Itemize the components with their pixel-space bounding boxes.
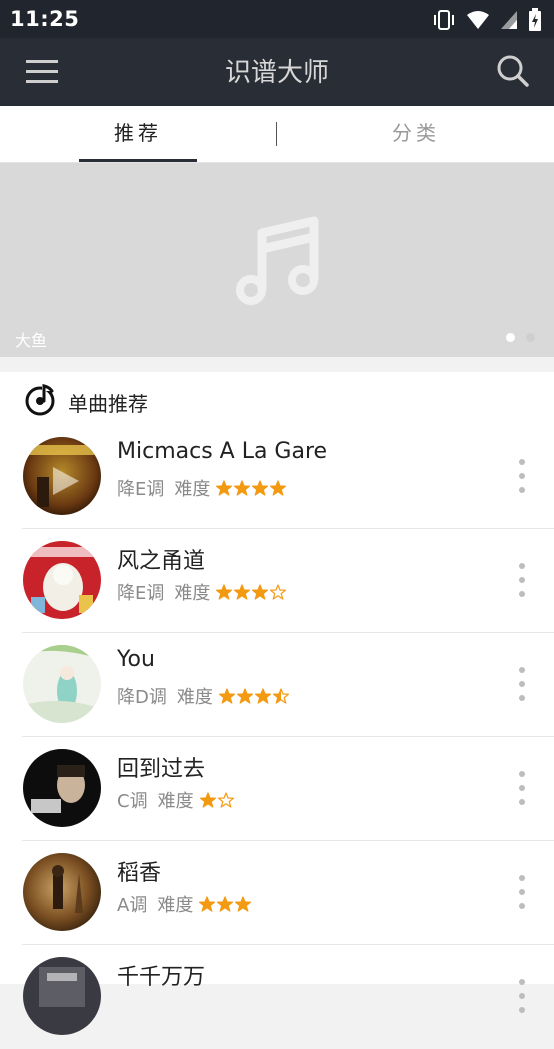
song-meta: 降E调 难度 [117,475,287,501]
difficulty-label: 难度 [174,479,211,500]
music-disc-icon [24,383,58,421]
star-filled-icon [252,480,269,496]
star-filled-icon [218,688,235,704]
star-filled-icon [270,480,287,496]
difficulty-stars [216,480,287,496]
star-filled-icon [252,584,269,600]
star-filled-icon [234,480,251,496]
section-header: 单曲推荐 [24,384,148,420]
more-options-icon[interactable] [512,459,532,493]
more-options-icon[interactable] [512,771,532,805]
song-key: C调 [117,791,148,812]
song-key: A调 [117,895,148,916]
more-options-icon[interactable] [512,667,532,701]
song-title: 稻香 [117,861,162,886]
song-key: 降D调 [117,687,167,708]
star-filled-icon [236,688,253,704]
song-title: 风之甬道 [117,549,206,574]
status-time: 11:25 [10,7,80,31]
star-filled-icon [216,480,233,496]
star-filled-icon [199,792,216,808]
banner-page-dot[interactable] [526,333,535,342]
difficulty-stars [216,584,287,600]
tab-indicator [79,159,197,162]
difficulty-stars [218,688,289,704]
song-meta: C调 难度 [117,787,234,813]
song-title: Micmacs A La Gare [117,439,328,464]
tab-bar: 推荐 分类 [0,106,554,163]
banner-carousel[interactable]: 大鱼 [0,163,554,357]
song-title: You [117,647,155,672]
more-options-icon[interactable] [512,563,532,597]
album-cover [23,853,101,931]
section-title: 单曲推荐 [68,391,148,416]
difficulty-stars [199,896,252,912]
more-options-icon[interactable] [512,979,532,1013]
tab-category[interactable]: 分类 [336,106,496,162]
tab-separator [276,122,277,146]
song-row[interactable]: Micmacs A La Gare 降E调 难度 [0,425,554,529]
album-cover [23,541,101,619]
song-row[interactable]: 风之甬道 降E调 难度 [0,529,554,633]
vibrate-icon [432,9,456,35]
song-meta: A调 难度 [117,891,252,917]
status-bar: 11:25 [0,0,554,38]
star-filled-icon [199,896,216,912]
song-title: 回到过去 [117,757,206,782]
song-key: 降E调 [117,583,165,604]
search-icon[interactable] [496,54,530,88]
star-half-icon [272,688,289,704]
song-row[interactable]: 稻香 A调 难度 [0,841,554,945]
banner-caption: 大鱼 [15,331,48,350]
battery-charging-icon [528,8,542,36]
tab-recommend[interactable]: 推荐 [79,106,197,162]
wifi-icon [466,10,490,34]
app-title: 识谱大师 [224,58,329,88]
difficulty-label: 难度 [176,687,213,708]
star-empty-icon [270,584,287,600]
signal-icon [500,10,518,34]
album-cover [23,437,101,515]
song-title: 千千万万 [117,965,206,990]
difficulty-stars [199,792,234,808]
album-cover [23,957,101,1035]
difficulty-label: 难度 [174,583,211,604]
star-filled-icon [235,896,252,912]
more-options-icon[interactable] [512,875,532,909]
star-filled-icon [234,584,251,600]
album-cover [23,749,101,827]
song-row[interactable]: You 降D调 难度 [0,633,554,737]
album-cover [23,645,101,723]
star-filled-icon [216,584,233,600]
app-bar: 识谱大师 [0,38,554,106]
difficulty-label: 难度 [157,791,194,812]
difficulty-label: 难度 [157,895,194,916]
song-list-section: 单曲推荐 Micmacs A La Gare 降E调 难度 风之甬道 降E调 难… [0,372,554,1035]
star-empty-icon [217,792,234,808]
song-row[interactable]: 回到过去 C调 难度 [0,737,554,841]
music-note-icon [236,215,320,309]
song-meta: 降D调 难度 [117,683,289,709]
star-filled-icon [217,896,234,912]
song-key: 降E调 [117,479,165,500]
banner-page-dot-active[interactable] [506,333,515,342]
star-filled-icon [254,688,271,704]
song-meta: 降E调 难度 [117,579,287,605]
song-row[interactable]: 千千万万 [0,945,554,1049]
